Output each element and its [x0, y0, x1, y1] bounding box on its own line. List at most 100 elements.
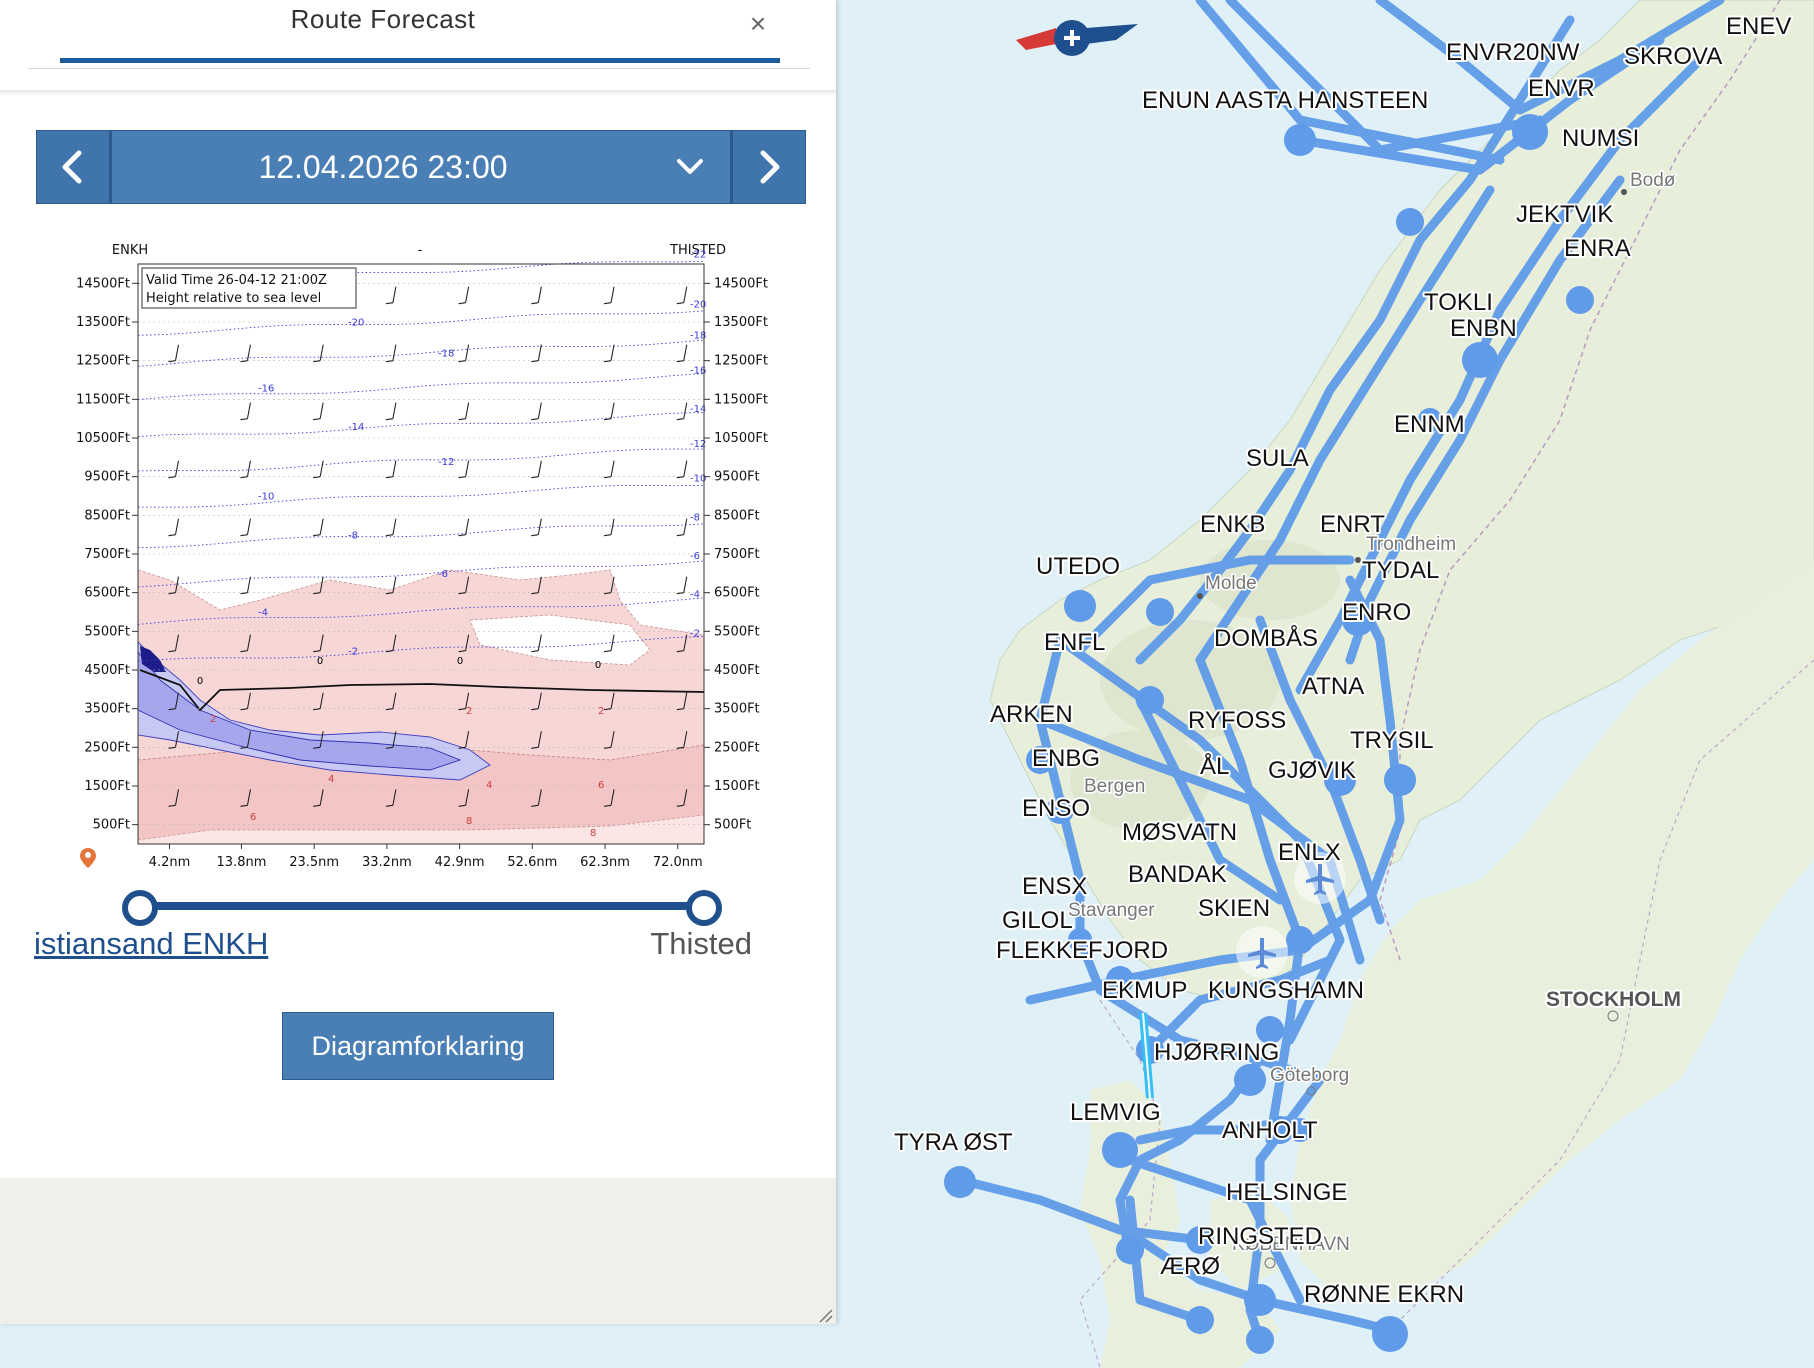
chart-mid-label: -	[418, 243, 423, 258]
warm-isotherm-label: 8	[590, 828, 596, 839]
map-label[interactable]: ARKEN	[988, 699, 1075, 730]
resize-grip-icon[interactable]	[816, 1306, 834, 1324]
map-label[interactable]: ENUN AASTA HANSTEEN	[1140, 85, 1430, 116]
airplane-icon[interactable]	[1236, 926, 1288, 978]
map-label[interactable]: RINGSTED	[1196, 1221, 1324, 1252]
map-label[interactable]: NUMSI	[1560, 123, 1641, 154]
departure-link[interactable]: istiansand ENKH	[34, 926, 268, 962]
y-tick-label: 11500Ft	[76, 392, 130, 407]
warm-isotherm-label: 4	[486, 780, 492, 791]
y-tick-label: 14500Ft	[76, 276, 130, 291]
map-label[interactable]: FLEKKEFJORD	[994, 935, 1170, 966]
map-label[interactable]: ENEV	[1724, 11, 1793, 42]
panel-header: Route Forecast ×	[28, 0, 810, 69]
map-label[interactable]: ENRT	[1318, 509, 1387, 540]
x-tick-label: 13.8nm	[217, 855, 267, 870]
warm-isotherm-label: 6	[250, 812, 256, 823]
map-label[interactable]: GILOL	[1000, 905, 1075, 936]
map-label[interactable]: BANDAK	[1126, 859, 1229, 890]
isotherm-label: -16	[258, 383, 274, 394]
y-tick-label: 11500Ft	[714, 392, 768, 407]
map-label[interactable]: STOCKHOLM	[1544, 986, 1683, 1013]
isotherm-label: -8	[348, 530, 358, 541]
selected-datetime[interactable]: 12.04.2026 23:00	[113, 131, 653, 203]
map-label[interactable]: ENVR	[1526, 73, 1597, 104]
diagram-explanation-button[interactable]: Diagramforklaring	[282, 1012, 554, 1080]
warm-isotherm-label: 2	[466, 706, 472, 717]
map-label[interactable]: ENBN	[1448, 313, 1519, 344]
close-icon[interactable]: ×	[740, 6, 776, 42]
map-label[interactable]: ATNA	[1300, 671, 1366, 702]
map-label[interactable]: ÆRØ	[1158, 1251, 1222, 1282]
map-label[interactable]: TYDAL	[1360, 555, 1441, 586]
chart-origin-label: ENKH	[112, 243, 148, 258]
previous-time-button[interactable]	[37, 131, 112, 203]
y-tick-label: 8500Ft	[84, 508, 130, 523]
map-label[interactable]: RYFOSS	[1186, 705, 1288, 736]
tab-underline	[60, 58, 780, 63]
isotherm-label: -18	[438, 349, 454, 360]
map-label[interactable]: SKROVA	[1622, 41, 1724, 72]
route-range-slider[interactable]	[138, 902, 702, 910]
datetime-dropdown-toggle[interactable]	[665, 131, 715, 203]
x-tick-label: 62.3nm	[580, 855, 630, 870]
map-label[interactable]: ENRO	[1340, 597, 1413, 628]
map-label[interactable]: ENVR20NW	[1444, 37, 1582, 68]
route-cross-section-chart: ENKH - THISTED -22-22-20-20-18-18-16-16-…	[76, 243, 768, 870]
map-label[interactable]: ENBG	[1030, 743, 1102, 774]
slider-end-handle[interactable]	[686, 890, 722, 926]
destination-label: Thisted	[650, 926, 752, 961]
y-tick-label: 9500Ft	[84, 470, 130, 485]
slider-start-handle[interactable]	[122, 890, 158, 926]
y-tick-label: 5500Ft	[714, 624, 760, 639]
y-tick-label: 12500Ft	[76, 354, 130, 369]
plot-area: -22-22-20-20-18-18-16-16-14-14-12-12-10-…	[137, 249, 706, 845]
map-label[interactable]: TYRA ØST	[892, 1127, 1015, 1158]
chevron-right-icon	[760, 150, 780, 184]
map-label[interactable]: GJØVIK	[1266, 755, 1358, 786]
map-label[interactable]: ENFL	[1042, 627, 1107, 658]
warm-isotherm-label: 8	[466, 816, 472, 827]
map-label[interactable]: LEMVIG	[1068, 1097, 1163, 1128]
isotherm-label: -6	[690, 551, 700, 562]
map-label[interactable]: ENLX	[1276, 837, 1343, 868]
map-label[interactable]: KUNGSHAMN	[1206, 975, 1366, 1006]
warm-isotherm-label: 2	[210, 714, 216, 725]
y-tick-label: 3500Ft	[714, 702, 760, 717]
y-tick-label: 8500Ft	[714, 508, 760, 523]
map-label[interactable]: UTEDO	[1034, 551, 1122, 582]
panel-title: Route Forecast	[290, 4, 476, 34]
map-label[interactable]: ÅL	[1198, 750, 1231, 782]
x-tick-label: 23.5nm	[289, 855, 339, 870]
map-label[interactable]: EKMUP	[1100, 975, 1189, 1006]
x-tick-label: 4.2nm	[149, 855, 191, 870]
map-label[interactable]: JEKTVIK	[1514, 199, 1615, 230]
map-label[interactable]: HJØRRING	[1152, 1037, 1281, 1068]
route-forecast-panel: Route Forecast × 12.04.2026 23:00 ENKH -…	[0, 0, 836, 1324]
map-label[interactable]: DOMBÅS	[1212, 622, 1320, 654]
isotherm-label: -2	[690, 628, 700, 639]
map-label[interactable]: TOKLI	[1422, 287, 1495, 318]
isotherm-label: -22	[690, 249, 706, 260]
y-tick-label: 10500Ft	[714, 431, 768, 446]
next-time-button[interactable]	[730, 131, 805, 203]
map-label[interactable]: ENSX	[1020, 871, 1089, 902]
map-label[interactable]: ANHOLT	[1220, 1115, 1320, 1146]
map-label[interactable]: SKIEN	[1196, 893, 1272, 924]
map-label[interactable]: RØNNE EKRN	[1302, 1279, 1466, 1310]
map-label[interactable]: TRYSIL	[1348, 725, 1436, 756]
chevron-down-icon	[677, 159, 703, 174]
map-label[interactable]: ENNM	[1392, 409, 1467, 440]
map-label[interactable]: HELSINGE	[1224, 1177, 1349, 1208]
map-label[interactable]: ENSO	[1020, 793, 1092, 824]
x-tick-label: 42.9nm	[435, 855, 485, 870]
warm-isotherm-label: 6	[598, 780, 604, 791]
map-label[interactable]: SULA	[1244, 443, 1311, 474]
map-label[interactable]: MØSVATN	[1120, 817, 1239, 848]
map-label[interactable]: ENRA	[1562, 233, 1633, 264]
y-tick-label: 9500Ft	[714, 470, 760, 485]
warm-isotherm-label: 2	[598, 706, 604, 717]
y-tick-label: 7500Ft	[84, 547, 130, 562]
chart-legend: Valid Time 26-04-12 21:00Z Height relati…	[141, 267, 357, 309]
map-label[interactable]: ENKB	[1198, 509, 1267, 540]
